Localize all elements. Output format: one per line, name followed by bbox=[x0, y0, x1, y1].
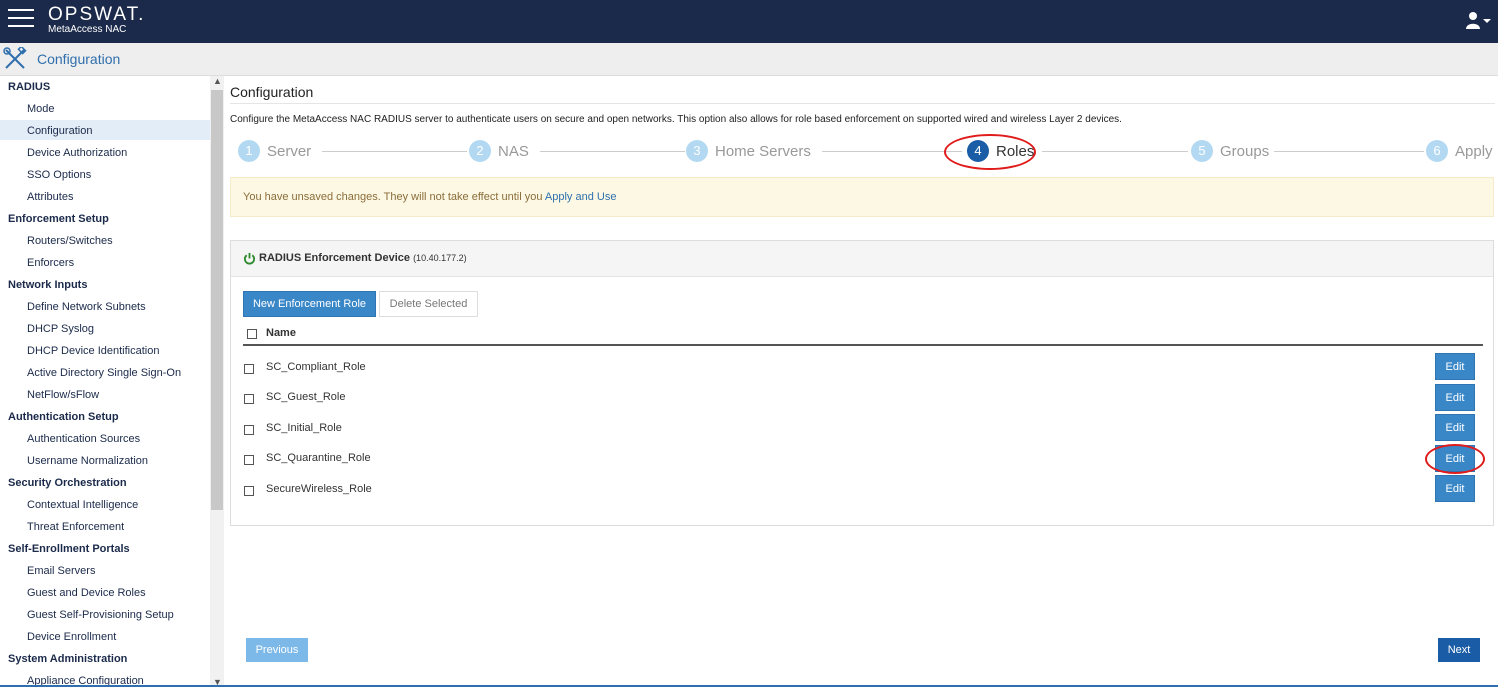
user-menu-icon[interactable] bbox=[1464, 11, 1492, 29]
row-checkbox[interactable] bbox=[244, 394, 254, 404]
wizard-step-home-servers[interactable]: 3 Home Servers bbox=[686, 138, 811, 164]
sidebar-item-active-directory-sso[interactable]: Active Directory Single Sign-On bbox=[27, 367, 181, 379]
sidebar-item-enforcers[interactable]: Enforcers bbox=[27, 257, 74, 269]
sidebar-item-authentication-sources[interactable]: Authentication Sources bbox=[27, 433, 140, 445]
role-name: SecureWireless_Role bbox=[266, 483, 372, 495]
step-label: Home Servers bbox=[715, 142, 811, 160]
hamburger-menu-icon[interactable] bbox=[8, 9, 34, 29]
step-number: 6 bbox=[1426, 140, 1448, 162]
step-number: 5 bbox=[1191, 140, 1213, 162]
wizard-connector bbox=[1042, 151, 1188, 152]
sidebar-item-netflow-sflow[interactable]: NetFlow/sFlow bbox=[27, 389, 99, 401]
panel-title: RADIUS Enforcement Device (10.40.177.2) bbox=[259, 252, 467, 264]
role-name: SC_Quarantine_Role bbox=[266, 452, 371, 464]
step-number: 2 bbox=[469, 140, 491, 162]
edit-highlight-oval bbox=[1425, 444, 1485, 474]
next-button[interactable]: Next bbox=[1438, 638, 1480, 662]
sidebar: RADIUS Mode Configuration Device Authori… bbox=[0, 76, 210, 687]
sidebar-item-routers-switches[interactable]: Routers/Switches bbox=[27, 235, 113, 247]
edit-button[interactable]: Edit bbox=[1435, 384, 1475, 411]
page-title: Configuration bbox=[230, 84, 314, 100]
role-name: SC_Initial_Role bbox=[266, 422, 342, 434]
brand-logo[interactable]: OPSWAT. MetaAccess NAC bbox=[48, 4, 145, 35]
roles-highlight-oval bbox=[944, 134, 1036, 170]
wizard-connector bbox=[540, 151, 685, 152]
sidebar-section-authentication-setup[interactable]: Authentication Setup bbox=[8, 411, 119, 423]
step-label: NAS bbox=[498, 142, 529, 160]
row-checkbox[interactable] bbox=[244, 455, 254, 465]
device-ip: (10.40.177.2) bbox=[413, 253, 467, 263]
new-enforcement-role-button[interactable]: New Enforcement Role bbox=[243, 291, 376, 317]
page-description: Configure the MetaAccess NAC RADIUS serv… bbox=[230, 114, 1122, 125]
sidebar-item-mode[interactable]: Mode bbox=[27, 103, 55, 115]
sidebar-item-attributes[interactable]: Attributes bbox=[27, 191, 73, 203]
scrollbar-thumb[interactable] bbox=[211, 90, 223, 510]
sidebar-section-network-inputs[interactable]: Network Inputs bbox=[8, 279, 87, 291]
step-label: Apply bbox=[1455, 142, 1493, 160]
sidebar-item-device-authorization[interactable]: Device Authorization bbox=[27, 147, 127, 159]
alert-message: You have unsaved changes. They will not … bbox=[243, 191, 543, 203]
sidebar-item-configuration[interactable]: Configuration bbox=[27, 125, 92, 137]
wizard-connector bbox=[1274, 151, 1424, 152]
previous-button[interactable]: Previous bbox=[246, 638, 308, 662]
row-checkbox[interactable] bbox=[244, 486, 254, 496]
sidebar-item-threat-enforcement[interactable]: Threat Enforcement bbox=[27, 521, 124, 533]
wizard-step-server[interactable]: 1 Server bbox=[238, 138, 311, 164]
sidebar-item-guest-and-device-roles[interactable]: Guest and Device Roles bbox=[27, 587, 146, 599]
row-checkbox[interactable] bbox=[244, 364, 254, 374]
row-checkbox[interactable] bbox=[244, 425, 254, 435]
panel-header: RADIUS Enforcement Device (10.40.177.2) bbox=[231, 241, 1493, 277]
device-name: RADIUS Enforcement Device bbox=[259, 252, 410, 264]
delete-selected-button[interactable]: Delete Selected bbox=[379, 291, 478, 317]
role-name: SC_Compliant_Role bbox=[266, 361, 366, 373]
wizard-steps: 1 Server 2 NAS 3 Home Servers 4 Roles 5 … bbox=[236, 134, 1494, 170]
wizard-connector bbox=[822, 151, 962, 152]
title-divider bbox=[230, 103, 1495, 104]
main-content: Configuration Configure the MetaAccess N… bbox=[224, 76, 1498, 687]
wizard-step-groups[interactable]: 5 Groups bbox=[1191, 138, 1269, 164]
top-navigation-bar: OPSWAT. MetaAccess NAC bbox=[0, 0, 1498, 43]
brand-name: OPSWAT. bbox=[48, 4, 146, 25]
tools-icon bbox=[3, 47, 27, 69]
sidebar-section-self-enrollment-portals[interactable]: Self-Enrollment Portals bbox=[8, 543, 130, 555]
edit-button[interactable]: Edit bbox=[1435, 475, 1475, 502]
scroll-up-arrow-icon[interactable]: ▲ bbox=[213, 76, 222, 86]
sidebar-item-email-servers[interactable]: Email Servers bbox=[27, 565, 95, 577]
sidebar-item-sso-options[interactable]: SSO Options bbox=[27, 169, 91, 181]
section-header-bar: Configuration bbox=[0, 43, 1498, 76]
edit-button[interactable]: Edit bbox=[1435, 414, 1475, 441]
sidebar-section-security-orchestration[interactable]: Security Orchestration bbox=[8, 477, 127, 489]
sidebar-item-username-normalization[interactable]: Username Normalization bbox=[27, 455, 148, 467]
column-header-name[interactable]: Name bbox=[266, 327, 296, 339]
wizard-connector bbox=[322, 151, 467, 152]
step-label: Groups bbox=[1220, 142, 1270, 160]
sidebar-item-device-enrollment[interactable]: Device Enrollment bbox=[27, 631, 116, 643]
sidebar-section-radius[interactable]: RADIUS bbox=[8, 81, 50, 93]
role-name: SC_Guest_Role bbox=[266, 391, 346, 403]
wizard-step-apply[interactable]: 6 Apply bbox=[1426, 138, 1493, 164]
unsaved-changes-alert: You have unsaved changes. They will not … bbox=[230, 177, 1494, 217]
section-title: Configuration bbox=[37, 51, 121, 67]
edit-button[interactable]: Edit bbox=[1435, 353, 1475, 380]
wizard-step-nas[interactable]: 2 NAS bbox=[469, 138, 529, 164]
step-label: Server bbox=[267, 142, 312, 160]
sidebar-item-dhcp-syslog[interactable]: DHCP Syslog bbox=[27, 323, 94, 335]
step-number: 3 bbox=[686, 140, 708, 162]
enforcement-device-panel: RADIUS Enforcement Device (10.40.177.2) … bbox=[230, 240, 1494, 526]
power-icon bbox=[243, 252, 256, 265]
sidebar-item-guest-self-provisioning-setup[interactable]: Guest Self-Provisioning Setup bbox=[27, 609, 174, 621]
sidebar-item-contextual-intelligence[interactable]: Contextual Intelligence bbox=[27, 499, 138, 511]
table-header-divider bbox=[243, 344, 1483, 346]
sidebar-scrollbar[interactable]: ▲ ▼ bbox=[210, 76, 224, 687]
select-all-checkbox[interactable] bbox=[247, 329, 257, 339]
alert-text: You have unsaved changes. They will not … bbox=[243, 191, 616, 203]
sidebar-item-dhcp-device-identification[interactable]: DHCP Device Identification bbox=[27, 345, 159, 357]
sidebar-section-system-administration[interactable]: System Administration bbox=[8, 653, 127, 665]
apply-and-use-link[interactable]: Apply and Use bbox=[545, 191, 617, 203]
step-number: 1 bbox=[238, 140, 260, 162]
sidebar-section-enforcement-setup[interactable]: Enforcement Setup bbox=[8, 213, 109, 225]
sidebar-item-define-network-subnets[interactable]: Define Network Subnets bbox=[27, 301, 146, 313]
